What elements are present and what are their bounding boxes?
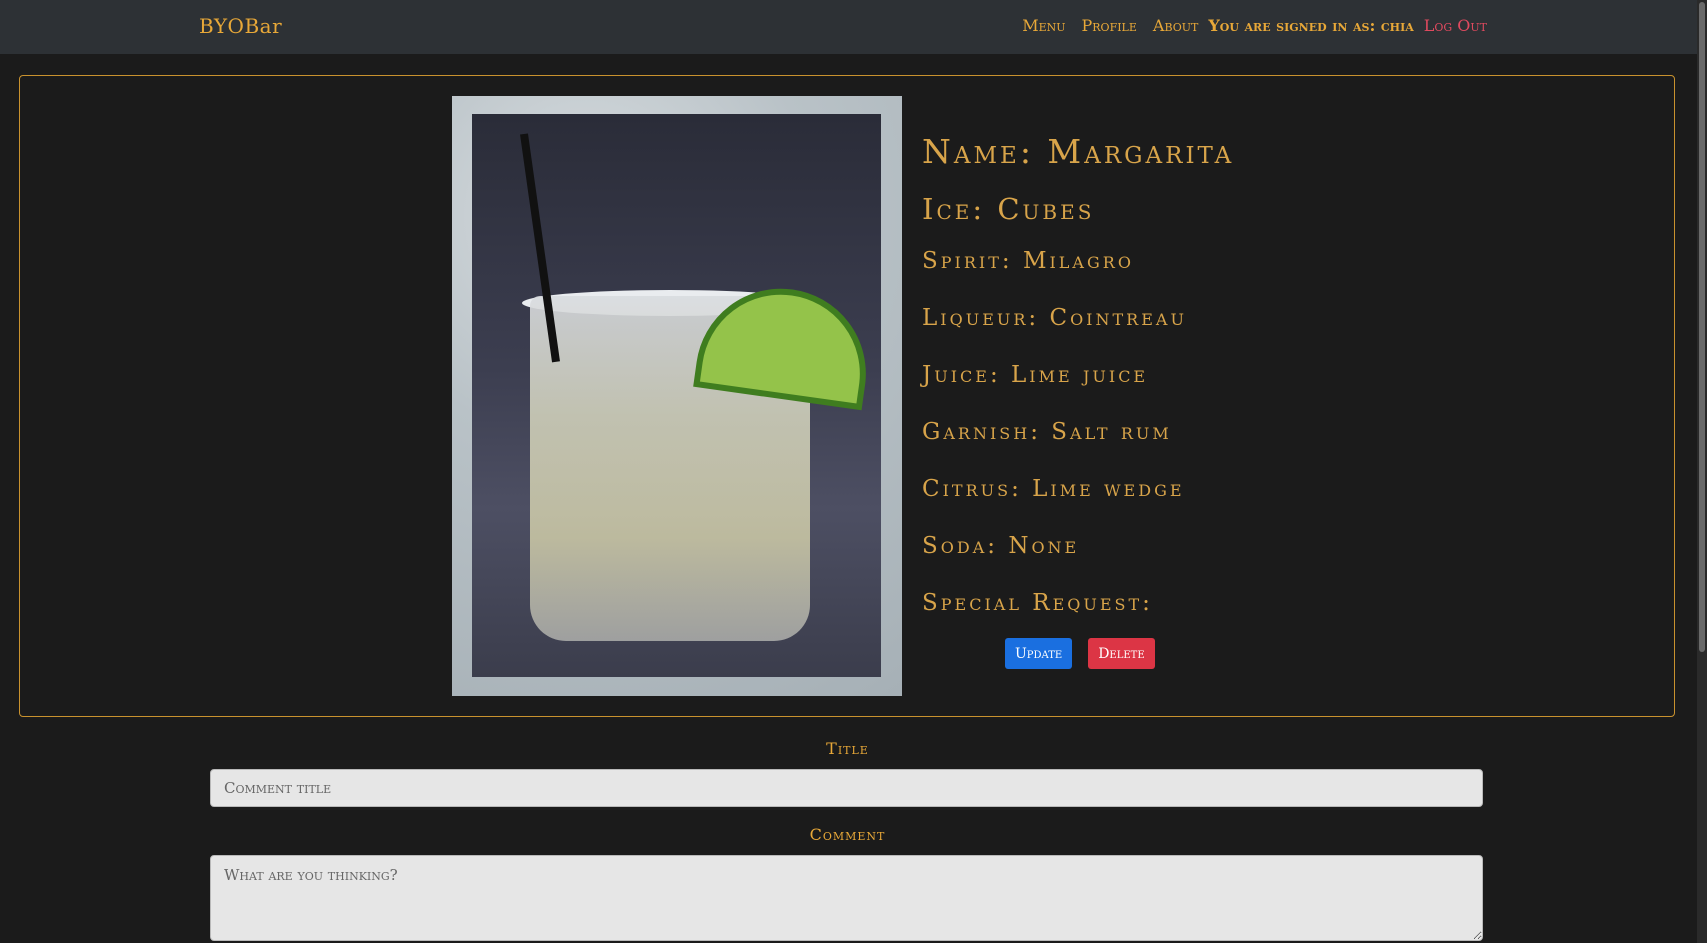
drink-ice: Ice: Cubes [922,192,1095,226]
drink-garnish: Garnish: Salt rum [922,419,1172,445]
nav-menu-link[interactable]: Menu [1022,16,1065,35]
drink-details: Name: Margarita Ice: Cubes Spirit: Milag… [922,132,1234,647]
drink-liqueur: Liqueur: Cointreau [922,305,1187,331]
update-button[interactable]: Update [1005,638,1073,669]
navbar: BYOBar Menu Profile About You are signed… [0,0,1707,54]
scrollbar-thumb[interactable] [1699,2,1705,652]
comment-textarea[interactable] [210,855,1483,941]
drink-actions: Update Delete [1005,638,1155,669]
nav-about-link[interactable]: About [1153,16,1198,35]
comment-title-label: Title [826,739,869,758]
nav-profile-link[interactable]: Profile [1082,16,1137,35]
nav-links: Menu Profile About You are signed in as:… [1006,16,1487,35]
signed-in-status: You are signed in as: chia [1208,16,1414,35]
comment-title-input[interactable] [210,769,1483,807]
drink-spirit: Spirit: Milagro [922,248,1134,274]
delete-button[interactable]: Delete [1088,638,1155,669]
page-scrollbar[interactable] [1697,0,1707,943]
drink-citrus: Citrus: Lime wedge [922,476,1185,502]
logout-link[interactable]: Log Out [1424,16,1487,35]
comment-label: Comment [809,825,886,844]
drink-soda: Soda: None [922,533,1080,559]
drink-juice: Juice: Lime juice [922,362,1149,388]
drink-photo-inner [472,114,881,677]
drink-photo [452,96,902,696]
brand-logo[interactable]: BYOBar [199,14,282,38]
drink-name: Name: Margarita [922,132,1235,171]
